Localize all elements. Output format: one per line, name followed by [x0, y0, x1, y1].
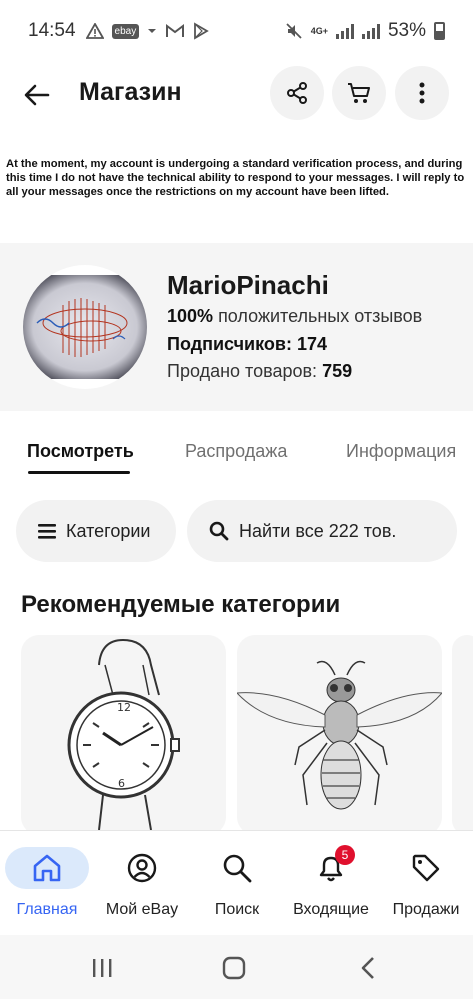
nav-search-icon-wrap — [195, 847, 279, 889]
network-type: 4G+ — [310, 25, 328, 36]
category-card-watch[interactable]: 12 6 — [21, 635, 226, 835]
recent-apps-icon — [93, 959, 112, 977]
tab-sale[interactable]: Распродажа — [185, 441, 287, 462]
tab-info[interactable]: Информация — [346, 441, 456, 462]
seller-name: MarioPinachi — [167, 270, 329, 300]
bee-image — [237, 660, 442, 810]
sold-value: 759 — [322, 361, 353, 381]
category-card-insect[interactable] — [237, 635, 442, 835]
mute-icon — [286, 23, 302, 39]
feedback-label: положительных отзывов — [218, 306, 423, 326]
svg-text:12: 12 — [117, 701, 131, 714]
nav-search-label: Поиск — [214, 901, 260, 918]
cart-icon — [348, 83, 370, 103]
share-button[interactable] — [270, 66, 324, 120]
battery-icon — [434, 22, 445, 40]
nav-selling[interactable]: Продажи — [383, 831, 469, 936]
tab-browse[interactable]: Посмотреть — [27, 441, 134, 462]
system-back-button[interactable] — [354, 955, 382, 981]
inbox-badge: 5 — [335, 845, 355, 865]
search-placeholder: Найти все 222 тов. — [239, 520, 397, 541]
chevron-left-icon — [361, 957, 374, 979]
warning-icon — [85, 23, 104, 39]
nav-inbox-icon-wrap: 5 — [289, 845, 373, 889]
seller-avatar[interactable] — [23, 265, 147, 389]
category-card-partial[interactable] — [452, 635, 473, 835]
store-search-input[interactable]: Найти все 222 тов. — [187, 500, 457, 562]
home-square-icon — [222, 956, 246, 980]
nav-home-icon-wrap — [5, 847, 89, 889]
search-icon — [209, 521, 229, 541]
nav-home-label: Главная — [16, 901, 78, 918]
notification-icons: ebay — [85, 22, 210, 40]
home-system-button[interactable] — [220, 955, 248, 981]
seller-card: MarioPinachi 100% положительных отзывов … — [0, 243, 473, 411]
nav-my-ebay-icon-wrap — [100, 847, 184, 889]
watch-image: 12 6 — [67, 638, 180, 831]
dropdown-dot-icon — [148, 29, 157, 33]
avatar-sketch-image — [23, 275, 147, 379]
seller-feedback: 100% положительных отзывов — [167, 306, 422, 327]
play-store-icon — [194, 22, 210, 40]
tag-icon — [412, 854, 440, 882]
nav-home[interactable]: Главная — [4, 831, 90, 936]
nav-my-ebay-label: Мой eBay — [105, 901, 179, 918]
ebay-notification-icon: ebay — [111, 23, 140, 39]
menu-icon — [38, 523, 56, 539]
seller-sold: Продано товаров: 759 — [167, 361, 352, 382]
active-tab-indicator — [28, 471, 130, 474]
followers-label: Подписчиков: — [167, 334, 292, 354]
section-title: Рекомендуемые категории — [21, 591, 341, 618]
profile-icon — [127, 853, 157, 883]
system-navigation-bar — [0, 935, 473, 999]
more-button[interactable] — [395, 66, 449, 120]
app-bar: Магазин — [0, 62, 473, 126]
nav-selling-label: Продажи — [392, 901, 460, 918]
signal-icon-2 — [361, 23, 380, 39]
signal-icon — [335, 23, 354, 39]
gmail-icon — [166, 24, 185, 37]
nav-selling-icon-wrap — [384, 847, 468, 889]
bottom-navigation: Главная Мой eBay Поиск 5 Входящие Продаж… — [0, 830, 473, 935]
status-bar: 14:54 ebay 4G+ 53% — [0, 0, 473, 62]
back-button[interactable] — [18, 76, 56, 114]
battery-percent: 53% — [387, 20, 426, 41]
arrow-left-icon — [24, 84, 50, 106]
seller-notice: At the moment, my account is undergoing … — [6, 158, 465, 198]
feedback-value: 100% — [167, 306, 214, 326]
home-icon — [33, 854, 61, 882]
page-title: Магазин — [79, 78, 182, 106]
share-icon — [287, 82, 307, 104]
nav-inbox-label: Входящие — [293, 901, 369, 918]
categories-label: Категории — [66, 520, 151, 541]
status-time: 14:54 — [28, 20, 76, 41]
more-vertical-icon — [419, 82, 425, 104]
sold-label: Продано товаров: — [167, 361, 318, 381]
followers-value: 174 — [296, 334, 328, 354]
search-icon — [223, 854, 252, 883]
categories-button[interactable]: Категории — [16, 500, 176, 562]
nav-search[interactable]: Поиск — [194, 831, 280, 936]
cart-button[interactable] — [332, 66, 386, 120]
store-tabs: Посмотреть Распродажа Информация — [0, 437, 473, 477]
svg-text:6: 6 — [118, 777, 125, 790]
seller-followers: Подписчиков: 174 — [167, 334, 327, 355]
nav-inbox[interactable]: 5 Входящие — [288, 831, 374, 936]
recent-apps-button[interactable] — [88, 955, 116, 981]
nav-my-ebay[interactable]: Мой eBay — [99, 831, 185, 936]
